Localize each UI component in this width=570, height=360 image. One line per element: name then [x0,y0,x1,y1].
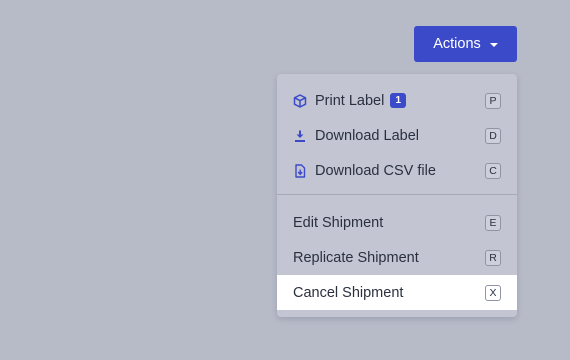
menu-item-label: Download Label [315,127,419,144]
shortcut-key: E [485,214,501,231]
menu-item-label: Edit Shipment [293,214,384,231]
csv-file-download-icon [293,163,307,178]
actions-dropdown-menu: Print Label 1 P Download Label D Downloa… [277,74,517,317]
shortcut-key: C [485,162,501,179]
shortcut-key: R [485,249,501,266]
menu-item-cancel-shipment[interactable]: Cancel Shipment X [277,275,517,310]
caret-down-icon [489,42,498,47]
count-badge: 1 [390,93,407,108]
package-icon [293,93,307,108]
menu-item-edit-shipment[interactable]: Edit Shipment E [277,205,517,240]
download-icon [293,129,307,143]
menu-item-download-csv[interactable]: Download CSV file C [277,153,517,188]
menu-divider [277,194,517,195]
menu-item-download-label[interactable]: Download Label D [277,118,517,153]
menu-item-label: Cancel Shipment [293,284,404,301]
menu-item-label: Print Label [315,92,385,109]
menu-item-label: Replicate Shipment [293,249,419,266]
shortcut-key: X [485,284,501,301]
menu-item-replicate-shipment[interactable]: Replicate Shipment R [277,240,517,275]
shortcut-key: D [485,127,501,144]
menu-item-label: Download CSV file [315,162,436,179]
shortcut-key: P [485,92,501,109]
actions-button[interactable]: Actions [414,26,517,62]
menu-item-print-label[interactable]: Print Label 1 P [277,83,517,118]
actions-button-label: Actions [433,36,481,52]
